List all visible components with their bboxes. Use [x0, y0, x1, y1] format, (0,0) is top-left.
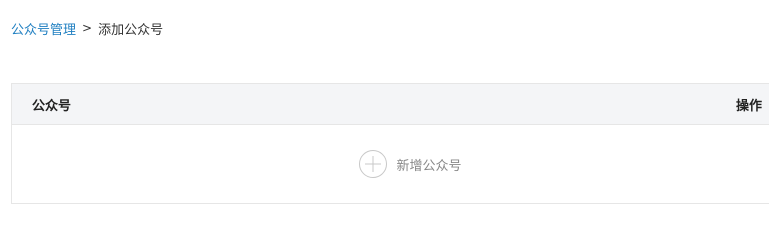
- breadcrumb-separator: >: [82, 21, 93, 35]
- page: 公众号管理 > 添加公众号 公众号 操作 新增公众号: [0, 0, 769, 225]
- column-header-actions: 操作: [735, 98, 762, 114]
- add-account-button[interactable]: 新增公众号: [359, 150, 462, 178]
- column-header-account: 公众号: [32, 98, 72, 114]
- add-account-label: 新增公众号: [396, 158, 462, 174]
- breadcrumb: 公众号管理 > 添加公众号: [11, 18, 163, 38]
- breadcrumb-current-page: 添加公众号: [98, 22, 164, 38]
- accounts-table: 公众号 操作 新增公众号: [11, 83, 769, 204]
- table-header: 公众号 操作: [12, 84, 769, 125]
- breadcrumb-link-account-management[interactable]: 公众号管理: [11, 19, 76, 38]
- table-body: 新增公众号: [12, 125, 769, 203]
- plus-circle-icon: [359, 150, 388, 178]
